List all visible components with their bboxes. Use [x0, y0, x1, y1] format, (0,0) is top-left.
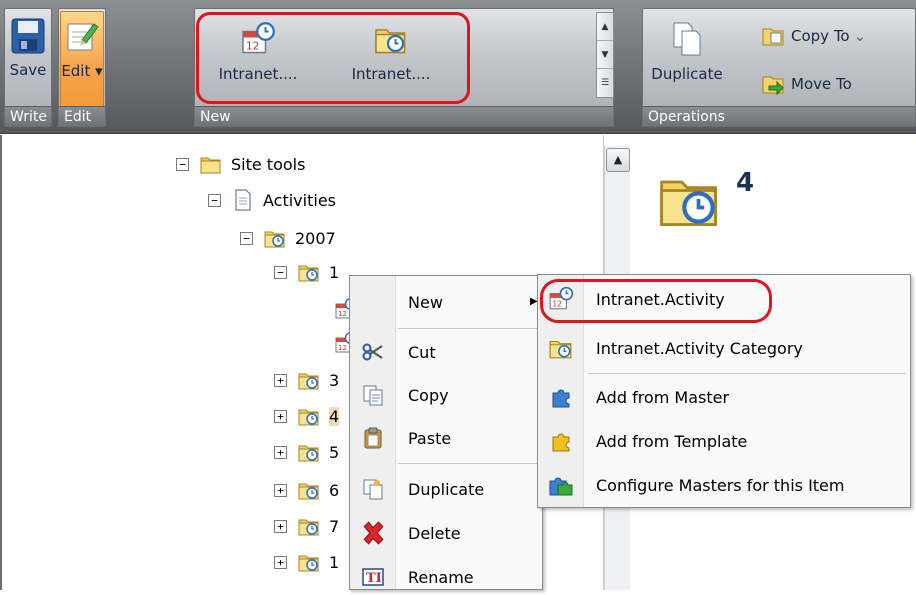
duplicate-button[interactable]: Duplicate — [647, 17, 727, 103]
tree-item-selected[interactable]: + 4 — [274, 401, 340, 431]
write-group: Save Write — [4, 8, 52, 127]
gallery-scrollbar[interactable]: ▲ ▼ ☰ — [596, 12, 614, 98]
expand-icon[interactable]: + — [274, 519, 287, 533]
tree-item[interactable]: + 6 — [274, 475, 339, 505]
save-icon — [11, 18, 45, 54]
rename-icon: TI — [362, 568, 384, 586]
puzzle-yellow-icon — [552, 433, 570, 452]
folder-clock-icon — [297, 478, 321, 502]
scroll-up-icon[interactable]: ▲ — [606, 148, 630, 172]
operations-group-label: Operations — [643, 106, 915, 126]
move-to-button[interactable]: Move To — [761, 73, 852, 95]
puzzle-green-icon — [549, 477, 573, 496]
new-submenu: Intranet.Activity Intranet.Activity Cate… — [537, 274, 911, 508]
document-icon — [231, 188, 255, 212]
ribbon: Save Write Edit ▾ Edit Intranet.... Intr… — [0, 0, 916, 134]
folder-clock-icon — [656, 165, 724, 233]
operations-group: Duplicate Copy To ⌄ Move To Operations — [642, 8, 916, 127]
submenu-item-add-from-template[interactable]: Add from Template — [538, 423, 910, 459]
menu-item-copy[interactable]: Copy — [350, 377, 542, 413]
gallery-up-icon[interactable]: ▲ — [597, 13, 613, 41]
scissors-icon — [362, 343, 383, 361]
menu-item-cut[interactable]: Cut — [350, 334, 542, 370]
folder-clock-icon — [297, 368, 321, 392]
tree-item[interactable]: + 3 — [274, 365, 339, 395]
folder-clock-icon — [297, 440, 321, 464]
folder-clock-icon — [297, 260, 321, 284]
puzzle-blue-icon — [552, 389, 570, 408]
move-to-icon — [762, 76, 784, 95]
tree-item[interactable]: + 1 — [274, 547, 339, 577]
chevron-down-icon: ⌄ — [853, 27, 867, 45]
edit-note-icon — [67, 23, 99, 51]
highlight-ring — [196, 12, 470, 104]
copy-to-icon — [762, 28, 784, 46]
menu-item-paste[interactable]: Paste — [350, 420, 542, 456]
collapse-icon[interactable]: − — [240, 231, 253, 245]
edit-group-label: Edit — [59, 106, 105, 126]
collapse-icon[interactable]: − — [274, 265, 287, 279]
folder-clock-icon — [297, 550, 321, 574]
folder-clock-icon — [263, 226, 287, 250]
folder-clock-icon — [297, 514, 321, 538]
expand-icon[interactable]: + — [274, 555, 287, 569]
svg-text:TI: TI — [366, 571, 382, 586]
tree-item[interactable]: − Site tools — [176, 149, 305, 179]
folder-clock-icon — [297, 404, 321, 428]
duplicate-icon — [363, 479, 383, 500]
submenu-item-configure-masters[interactable]: Configure Masters for this Item — [538, 467, 910, 503]
expand-icon[interactable]: + — [274, 373, 287, 387]
delete-x-icon — [363, 521, 384, 545]
write-group-label: Write — [5, 106, 51, 126]
highlight-ring — [540, 279, 772, 323]
folder-icon — [199, 152, 223, 176]
item-title: 4 — [736, 168, 755, 198]
submenu-item-add-from-master[interactable]: Add from Master — [538, 379, 910, 415]
folder-clock-icon — [548, 335, 574, 361]
save-button[interactable]: Save — [7, 13, 49, 103]
expand-icon[interactable]: + — [274, 483, 287, 497]
copy-to-button[interactable]: Copy To ⌄ — [761, 25, 866, 47]
tree-item[interactable]: + 7 — [274, 511, 339, 541]
edit-button[interactable]: Edit ▾ — [60, 11, 104, 109]
menu-item-duplicate[interactable]: Duplicate — [350, 471, 542, 507]
new-group-label: New — [195, 106, 613, 126]
tree-item[interactable]: + 5 — [274, 437, 339, 467]
tree-item[interactable]: − Activities — [208, 185, 336, 215]
menu-item-new[interactable]: New — [350, 284, 542, 320]
collapse-icon[interactable]: − — [208, 193, 221, 207]
submenu-item-intranet-activity-category[interactable]: Intranet.Activity Category — [538, 330, 910, 366]
menu-item-delete[interactable]: Delete — [350, 515, 542, 551]
chevron-down-icon: ▾ — [95, 62, 103, 80]
copy-icon — [363, 385, 383, 406]
edit-group: Edit ▾ Edit — [58, 8, 106, 127]
expand-icon[interactable]: + — [274, 409, 287, 423]
context-menu: New ▶ Cut Copy Paste Duplicate Delete TI… — [349, 275, 543, 590]
duplicate-icon — [673, 22, 701, 56]
gallery-down-icon[interactable]: ▼ — [597, 41, 613, 69]
collapse-icon[interactable]: − — [176, 157, 189, 171]
tree-item[interactable]: − 1 — [274, 257, 339, 287]
gallery-more-icon[interactable]: ☰ — [597, 69, 613, 97]
tree-item[interactable]: − 2007 — [240, 223, 336, 253]
paste-icon — [364, 427, 382, 449]
expand-icon[interactable]: + — [274, 445, 287, 459]
